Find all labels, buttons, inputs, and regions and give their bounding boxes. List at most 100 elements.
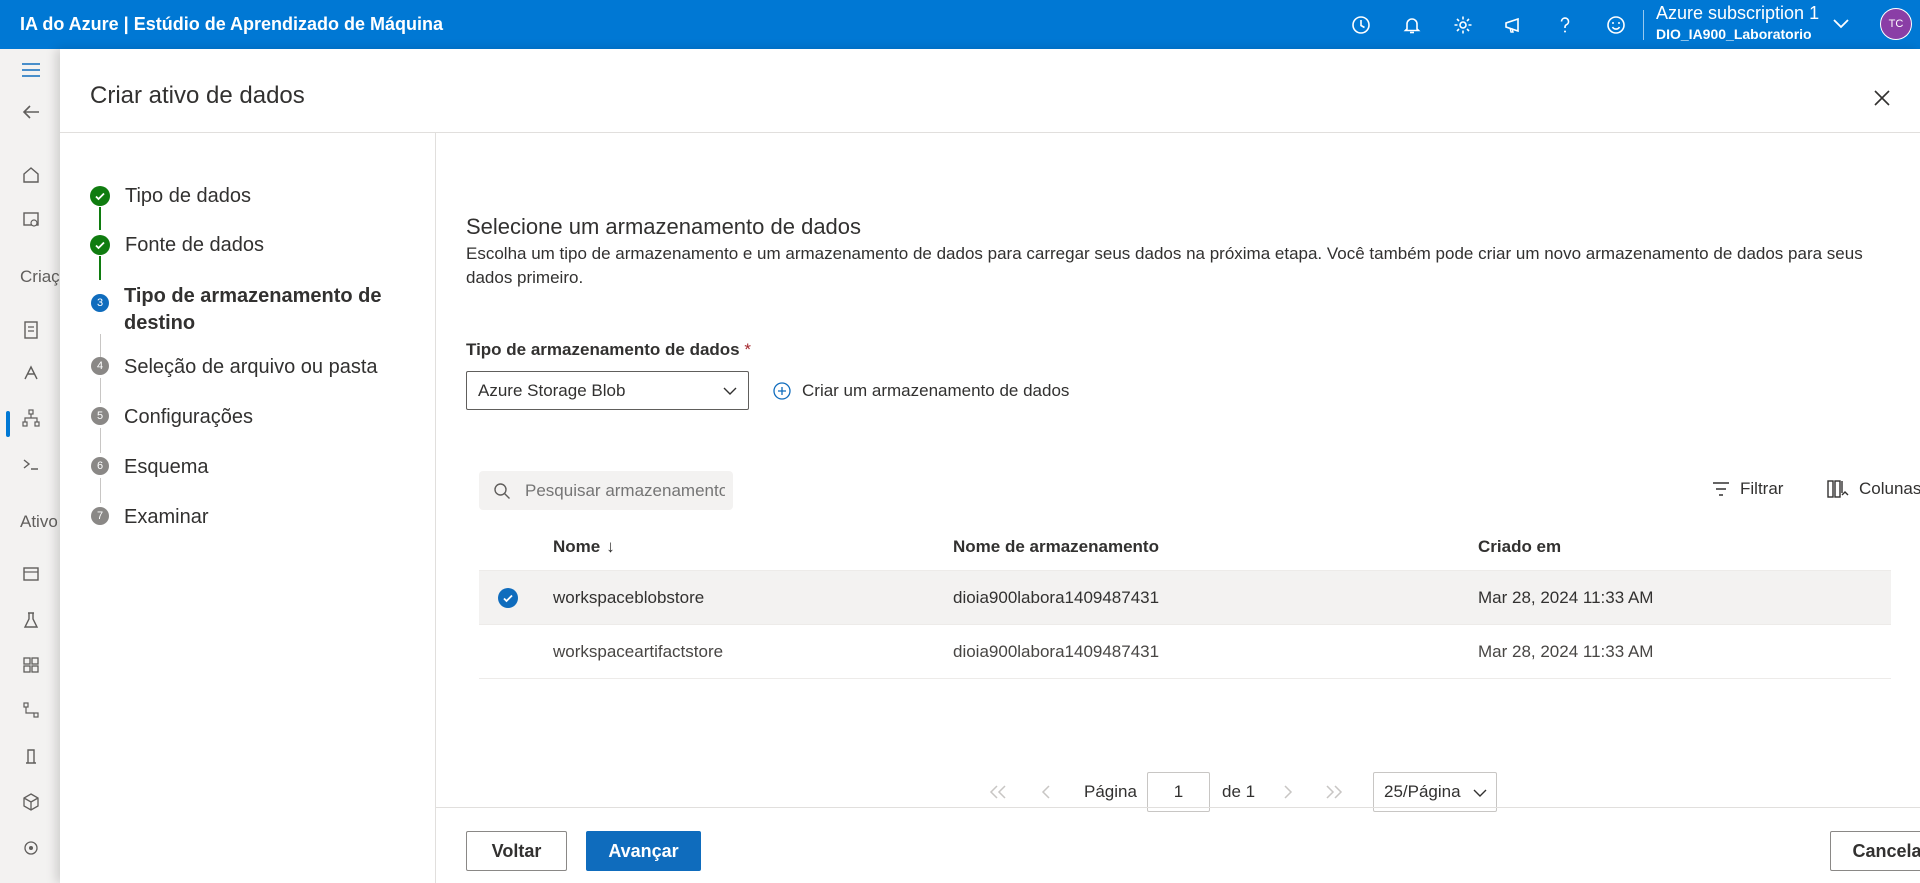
cell-storage: dioia900labora1409487431 xyxy=(953,588,1160,607)
step-schema[interactable]: 6 Esquema xyxy=(90,454,209,481)
step-connector xyxy=(99,207,101,230)
column-header-name-label: Nome xyxy=(553,537,601,556)
chevron-down-icon[interactable] xyxy=(1830,12,1852,39)
designer-icon[interactable] xyxy=(20,407,42,429)
notebook-icon[interactable] xyxy=(20,319,42,341)
smiley-icon[interactable] xyxy=(1590,0,1641,49)
step-number: 4 xyxy=(91,357,109,375)
step-review[interactable]: 7 Examinar xyxy=(90,504,208,531)
close-icon[interactable] xyxy=(1870,86,1894,110)
add-circle-icon xyxy=(773,382,791,400)
automl-icon[interactable] xyxy=(20,362,42,384)
column-header-storage[interactable]: Nome de armazenamento xyxy=(953,537,1159,557)
step-connector xyxy=(99,256,101,280)
create-data-asset-panel: Criar ativo de dados Tipo de dados Fonte… xyxy=(60,49,1920,883)
columns-button[interactable]: Colunas xyxy=(1827,479,1920,499)
step-data-type[interactable]: Tipo de dados xyxy=(90,183,251,210)
step-label: Esquema xyxy=(124,456,209,478)
columns-icon xyxy=(1827,480,1849,498)
page-number-input[interactable]: 1 xyxy=(1147,772,1210,812)
prompt-flow-icon[interactable] xyxy=(20,453,42,475)
top-bar: IA do Azure | Estúdio de Aprendizado de … xyxy=(0,0,1920,49)
panel-footer: Voltar Avançar Cancelar xyxy=(436,807,1920,883)
cell-name: workspaceblobstore xyxy=(553,588,705,607)
step-settings[interactable]: 5 Configurações xyxy=(90,404,253,431)
next-page-icon[interactable] xyxy=(1276,782,1300,802)
step-label: Seleção de arquivo ou pasta xyxy=(124,356,378,378)
app-title[interactable]: IA do Azure | Estúdio de Aprendizado de … xyxy=(20,14,443,35)
search-icon xyxy=(494,482,510,499)
top-bar-separator xyxy=(1643,9,1644,40)
storage-type-label: Tipo de armazenamento de dados * xyxy=(466,340,751,360)
page-size-dropdown[interactable]: 25/Página xyxy=(1373,772,1497,812)
panel-header: Criar ativo de dados xyxy=(60,49,1920,133)
page-size-value: 25/Página xyxy=(1384,782,1461,801)
required-indicator: * xyxy=(744,340,751,359)
storage-type-value: Azure Storage Blob xyxy=(478,380,626,400)
data-icon[interactable] xyxy=(20,564,42,586)
help-icon[interactable] xyxy=(1539,0,1590,49)
workspace-name: DIO_IA900_Laboratorio xyxy=(1656,26,1812,42)
datastore-search[interactable] xyxy=(479,471,733,510)
storage-type-dropdown[interactable]: Azure Storage Blob xyxy=(466,371,749,410)
step-connector xyxy=(100,428,101,453)
column-header-created[interactable]: Criado em xyxy=(1478,537,1561,557)
step-label: Configurações xyxy=(124,406,253,428)
pipelines-icon[interactable] xyxy=(20,699,42,721)
selected-checkmark-icon[interactable] xyxy=(498,588,518,608)
back-button[interactable]: Voltar xyxy=(466,831,567,871)
step-file-or-folder[interactable]: 4 Seleção de arquivo ou pasta xyxy=(90,354,378,381)
table-row[interactable]: workspaceartifactstore dioia900labora140… xyxy=(479,625,1891,679)
step-label: Tipo de armazenamento de destino xyxy=(124,285,382,334)
components-icon[interactable] xyxy=(20,654,42,676)
page-count-label: de 1 xyxy=(1222,782,1256,801)
section-title: Selecione um armazenamento de dados xyxy=(466,214,862,239)
models-cube-icon[interactable] xyxy=(20,791,42,813)
bell-icon[interactable] xyxy=(1386,0,1437,49)
history-icon[interactable] xyxy=(1335,0,1386,49)
storage-type-label-text: Tipo de armazenamento de dados xyxy=(466,340,740,359)
column-header-name[interactable]: Nome ↓ xyxy=(553,537,615,557)
top-bar-icons xyxy=(1335,0,1648,49)
pagination: Página 1 de 1 25/Página xyxy=(466,772,1896,812)
avatar[interactable]: TC xyxy=(1880,8,1912,40)
search-input[interactable] xyxy=(525,480,725,501)
checkmark-icon xyxy=(90,186,110,206)
hamburger-menu-icon[interactable] xyxy=(20,59,42,81)
gear-icon[interactable] xyxy=(1437,0,1488,49)
cell-created: Mar 28, 2024 11:33 AM xyxy=(1478,642,1654,661)
jobs-flask-icon[interactable] xyxy=(20,609,42,631)
chevron-down-icon xyxy=(1473,789,1487,797)
cell-name: workspaceartifactstore xyxy=(553,642,724,661)
back-arrow-icon[interactable] xyxy=(20,101,42,123)
step-label: Fonte de dados xyxy=(125,234,264,256)
step-label: Examinar xyxy=(124,506,209,528)
home-icon[interactable] xyxy=(20,164,42,186)
columns-label: Colunas xyxy=(1859,479,1920,498)
create-datastore-button[interactable]: Criar um armazenamento de dados xyxy=(773,381,1069,401)
filter-label: Filtrar xyxy=(1740,479,1784,498)
nav-active-indicator xyxy=(6,411,10,437)
megaphone-icon[interactable] xyxy=(1488,0,1539,49)
checkmark-icon xyxy=(90,235,110,255)
cancel-button[interactable]: Cancelar xyxy=(1830,831,1920,871)
filter-icon xyxy=(1713,482,1729,496)
step-destination-storage-type[interactable]: 3 Tipo de armazenamento de destino xyxy=(90,283,389,337)
last-page-icon[interactable] xyxy=(1322,782,1346,802)
first-page-icon[interactable] xyxy=(986,782,1010,802)
subscription-name: Azure subscription 1 xyxy=(1656,3,1820,23)
section-description: Escolha um tipo de armazenamento e um ar… xyxy=(466,244,1863,287)
cell-storage: dioia900labora1409487431 xyxy=(953,642,1160,661)
step-number: 6 xyxy=(91,457,109,475)
table-row[interactable]: workspaceblobstore dioia900labora1409487… xyxy=(479,571,1891,625)
endpoints-icon[interactable] xyxy=(20,837,42,859)
previous-page-icon[interactable] xyxy=(1034,782,1058,802)
step-number: 7 xyxy=(91,507,109,525)
subscription-switcher[interactable]: Azure subscription 1 DIO_IA900_Laborator… xyxy=(1656,3,1819,45)
next-button[interactable]: Avançar xyxy=(586,831,701,871)
step-connector xyxy=(100,378,101,403)
step-data-source[interactable]: Fonte de dados xyxy=(90,232,264,259)
environments-icon[interactable] xyxy=(20,745,42,767)
catalog-icon[interactable] xyxy=(20,209,42,231)
filter-button[interactable]: Filtrar xyxy=(1712,479,1783,499)
